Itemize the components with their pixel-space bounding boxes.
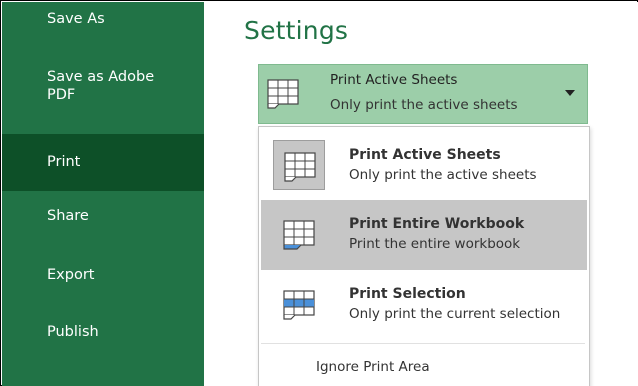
- nav-share[interactable]: Share: [2, 207, 204, 231]
- nav-save-as[interactable]: Save As: [2, 10, 204, 34]
- nav-print[interactable]: Print: [2, 134, 204, 191]
- ignore-print-area-toggle[interactable]: Ignore Print Area: [316, 359, 430, 375]
- menu-item-print-entire-workbook[interactable]: Print Entire Workbook Print the entire w…: [261, 200, 587, 270]
- entire-workbook-icon: [273, 209, 325, 259]
- nav-export-label: Export: [47, 267, 95, 283]
- menu-item-title: Print Selection: [349, 286, 466, 302]
- nav-save-as-adobe-pdf[interactable]: Save as Adobe PDF: [2, 68, 204, 124]
- menu-item-print-selection[interactable]: Print Selection Only print the current s…: [261, 270, 587, 340]
- dropdown-selected-title: Print Active Sheets: [330, 72, 458, 88]
- nav-share-label: Share: [47, 208, 89, 224]
- nav-print-label: Print: [47, 154, 81, 170]
- menu-item-title: Print Entire Workbook: [349, 216, 525, 232]
- selection-icon: [273, 279, 325, 329]
- nav-save-as-adobe-pdf-label: Save as Adobe PDF: [47, 69, 155, 103]
- print-settings-panel: Settings Print Active Sheets Only print …: [204, 2, 638, 386]
- menu-item-desc: Print the entire workbook: [349, 236, 521, 252]
- sheet-grid-icon: [267, 79, 299, 109]
- settings-heading: Settings: [244, 16, 349, 45]
- active-sheets-icon: [273, 140, 325, 190]
- nav-save-as-label: Save As: [47, 11, 105, 27]
- caret-down-icon: [565, 90, 575, 96]
- menu-divider: [261, 343, 585, 344]
- menu-item-title: Print Active Sheets: [349, 147, 501, 163]
- nav-export[interactable]: Export: [2, 266, 204, 290]
- menu-item-desc: Only print the current selection: [349, 306, 561, 322]
- nav-publish-label: Publish: [47, 324, 99, 340]
- print-what-menu: Print Active Sheets Only print the activ…: [258, 126, 590, 386]
- menu-item-desc: Only print the active sheets: [349, 167, 537, 183]
- backstage-sidebar: Save As Save as Adobe PDF Print Share Ex…: [2, 2, 204, 386]
- dropdown-selected-desc: Only print the active sheets: [330, 97, 518, 113]
- print-what-dropdown[interactable]: Print Active Sheets Only print the activ…: [258, 64, 588, 124]
- nav-publish[interactable]: Publish: [2, 323, 204, 347]
- menu-item-print-active-sheets[interactable]: Print Active Sheets Only print the activ…: [261, 131, 587, 201]
- print-backstage: Save As Save as Adobe PDF Print Share Ex…: [2, 2, 638, 386]
